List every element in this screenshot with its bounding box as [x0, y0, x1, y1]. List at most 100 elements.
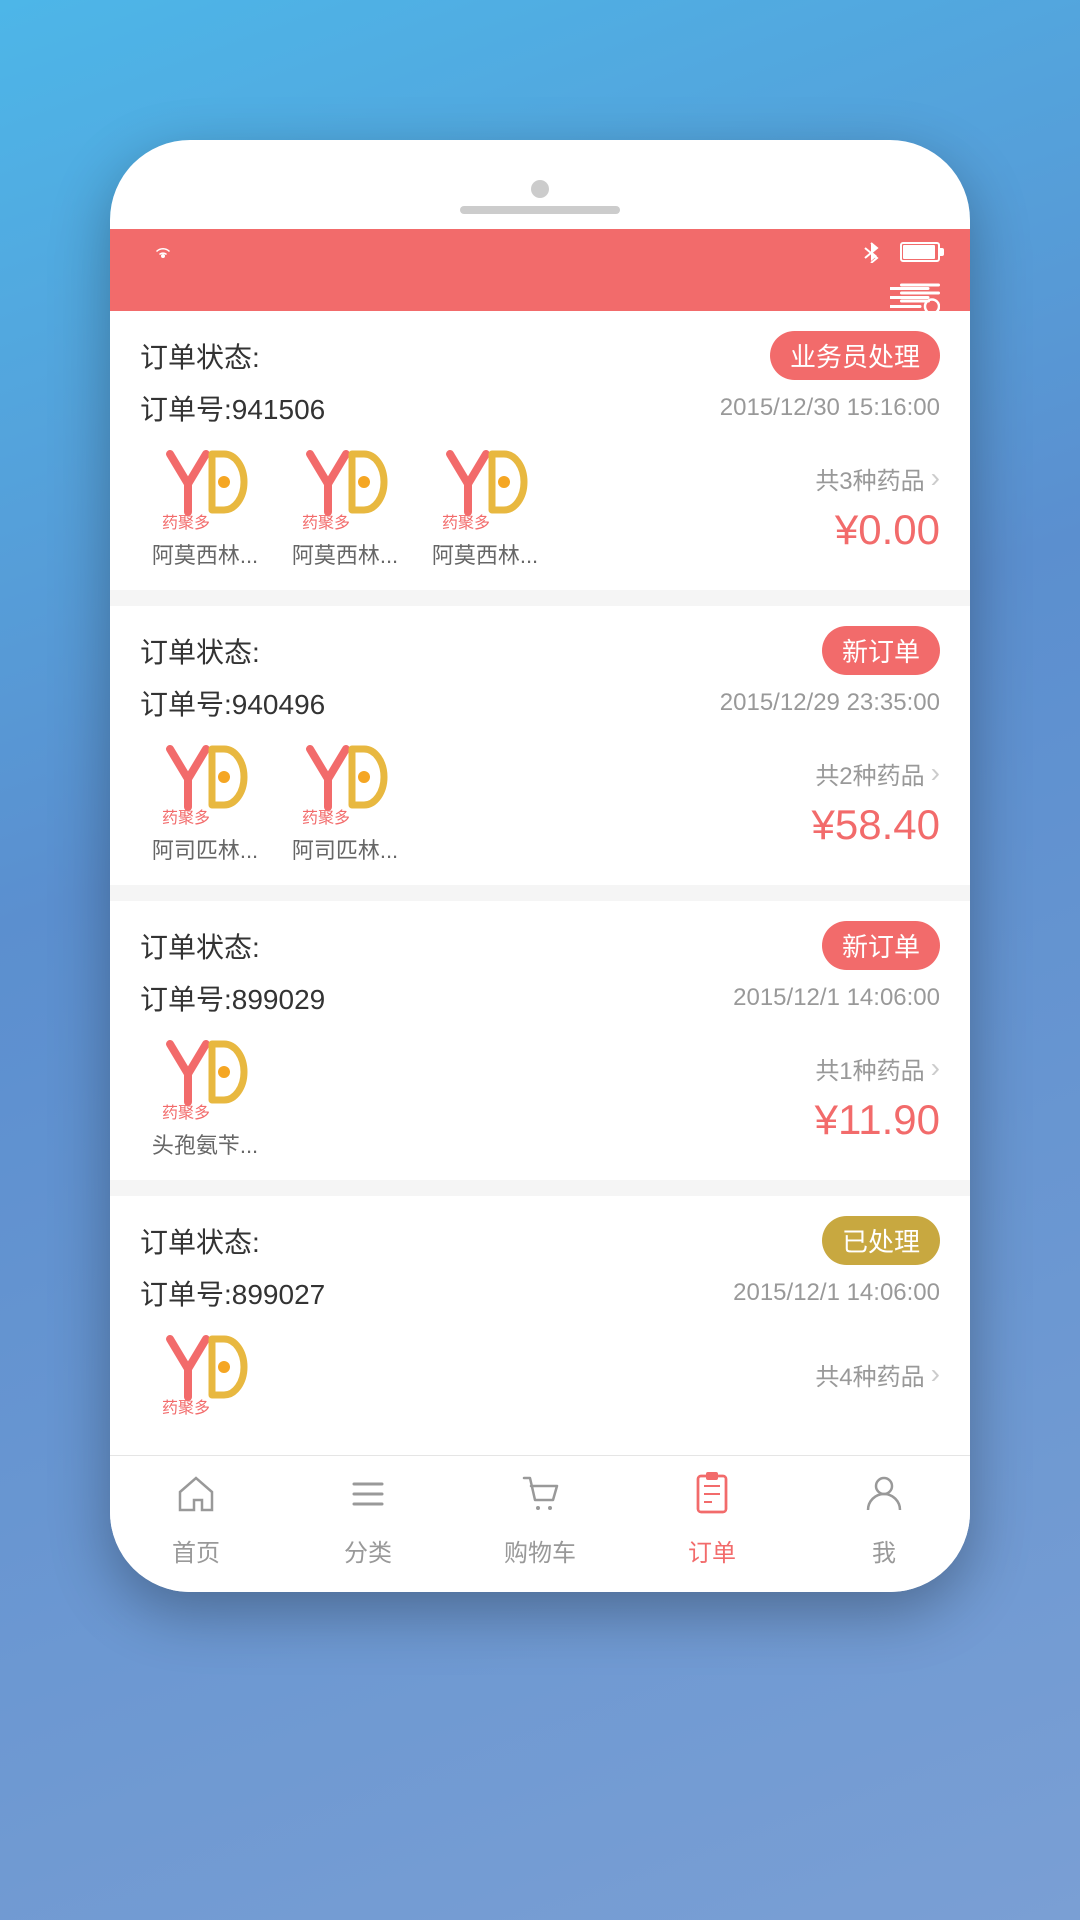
status-badge-2: 新订单 [822, 921, 940, 970]
product-item-2-0: 药聚多 头孢氨苄... [140, 1034, 270, 1160]
svg-text:药聚多: 药聚多 [162, 809, 210, 827]
phone-camera [531, 180, 549, 198]
order-products-1: 药聚多 阿司匹林... 药聚多 阿司匹林... 共2种药品 [140, 739, 940, 865]
order-products-2: 药聚多 头孢氨苄... 共1种药品 › ¥11.90 [140, 1034, 940, 1160]
product-count-2: 共1种药品 › [815, 1051, 940, 1086]
tab-icon-2 [518, 1472, 562, 1527]
order-number-row-0: 订单号:941506 2015/12/30 15:16:00 [140, 388, 940, 428]
svg-text:药聚多: 药聚多 [162, 1104, 210, 1122]
tab-label-0: 首页 [172, 1533, 220, 1568]
order-date-3: 2015/12/1 14:06:00 [733, 1279, 940, 1307]
order-card[interactable]: 订单状态: 已处理 订单号:899027 2015/12/1 14:06:00 … [110, 1196, 970, 1439]
order-right-1: 共2种药品 › ¥58.40 [740, 756, 940, 849]
order-number-row-3: 订单号:899027 2015/12/1 14:06:00 [140, 1273, 940, 1313]
tab-订单[interactable]: 订单 [652, 1472, 772, 1568]
order-date-1: 2015/12/29 23:35:00 [720, 689, 940, 717]
search-filter-icon[interactable] [900, 284, 940, 303]
order-number-2: 订单号:899029 [140, 978, 325, 1018]
product-group-0: 药聚多 阿莫西林... 药聚多 阿莫西林... [140, 444, 740, 570]
nav-bar [110, 275, 970, 311]
order-status-label-0: 订单状态: [140, 336, 260, 376]
product-logo-2-0: 药聚多 [150, 1034, 260, 1124]
tab-分类[interactable]: 分类 [308, 1472, 428, 1568]
tab-icon-4 [862, 1472, 906, 1527]
order-card[interactable]: 订单状态: 业务员处理 订单号:941506 2015/12/30 15:16:… [110, 311, 970, 590]
order-header-2: 订单状态: 新订单 [140, 921, 940, 970]
status-badge-3: 已处理 [822, 1216, 940, 1265]
product-name-0-0: 阿莫西林... [152, 538, 258, 570]
phone-home-bar [460, 206, 620, 214]
product-logo-1-1: 药聚多 [290, 739, 400, 829]
order-products-3: 药聚多 共4种药品 › [140, 1329, 940, 1419]
product-name-0-1: 阿莫西林... [292, 538, 398, 570]
status-left [140, 241, 174, 263]
svg-text:药聚多: 药聚多 [162, 514, 210, 532]
order-number-3: 订单号:899027 [140, 1273, 325, 1313]
product-name-1-1: 阿司匹林... [292, 833, 398, 865]
order-price-1: ¥58.40 [812, 801, 940, 849]
product-count-3: 共4种药品 › [815, 1357, 940, 1392]
tab-icon-3 [690, 1472, 734, 1527]
chevron-icon-2: › [931, 1052, 940, 1084]
svg-text:药聚多: 药聚多 [302, 809, 350, 827]
battery-icon [900, 242, 940, 262]
order-list: 订单状态: 业务员处理 订单号:941506 2015/12/30 15:16:… [110, 311, 970, 1439]
svg-text:药聚多: 药聚多 [302, 514, 350, 532]
tab-label-3: 订单 [688, 1533, 736, 1568]
phone-notch [110, 170, 970, 229]
status-right [862, 241, 940, 263]
tab-label-1: 分类 [344, 1533, 392, 1568]
tab-label-4: 我 [872, 1533, 896, 1568]
phone-frame: 订单状态: 业务员处理 订单号:941506 2015/12/30 15:16:… [110, 140, 970, 1592]
chevron-icon-0: › [931, 462, 940, 494]
chevron-icon-3: › [931, 1358, 940, 1390]
order-right-3: 共4种药品 › [740, 1357, 940, 1392]
order-date-2: 2015/12/1 14:06:00 [733, 984, 940, 1012]
top-section [500, 0, 580, 140]
tab-icon-1 [346, 1472, 390, 1527]
product-item-0-0: 药聚多 阿莫西林... [140, 444, 270, 570]
status-badge-1: 新订单 [822, 626, 940, 675]
order-header-3: 订单状态: 已处理 [140, 1216, 940, 1265]
tab-我[interactable]: 我 [824, 1472, 944, 1568]
product-name-1-0: 阿司匹林... [152, 833, 258, 865]
svg-text:药聚多: 药聚多 [162, 1399, 210, 1417]
status-badge-0: 业务员处理 [770, 331, 940, 380]
order-status-label-2: 订单状态: [140, 926, 260, 966]
tab-首页[interactable]: 首页 [136, 1472, 256, 1568]
order-status-label-1: 订单状态: [140, 631, 260, 671]
product-item-0-1: 药聚多 阿莫西林... [280, 444, 410, 570]
order-number-row-1: 订单号:940496 2015/12/29 23:35:00 [140, 683, 940, 723]
product-logo-1-0: 药聚多 [150, 739, 260, 829]
product-logo-partial: 药聚多 [140, 1329, 270, 1419]
status-bar [110, 229, 970, 275]
product-name-0-2: 阿莫西林... [432, 538, 538, 570]
chevron-icon-1: › [931, 757, 940, 789]
order-right-0: 共3种药品 › ¥0.00 [740, 461, 940, 554]
order-card[interactable]: 订单状态: 新订单 订单号:940496 2015/12/29 23:35:00… [110, 606, 970, 885]
order-products-0: 药聚多 阿莫西林... 药聚多 阿莫西林... [140, 444, 940, 570]
order-number-row-2: 订单号:899029 2015/12/1 14:06:00 [140, 978, 940, 1018]
bluetooth-icon [862, 241, 880, 263]
tab-购物车[interactable]: 购物车 [480, 1472, 600, 1568]
product-count-0: 共3种药品 › [815, 461, 940, 496]
product-group-3: 药聚多 [140, 1329, 740, 1419]
product-item-0-2: 药聚多 阿莫西林... [420, 444, 550, 570]
product-count-1: 共2种药品 › [815, 756, 940, 791]
order-date-0: 2015/12/30 15:16:00 [720, 394, 940, 422]
order-status-label-3: 订单状态: [140, 1221, 260, 1261]
product-group-1: 药聚多 阿司匹林... 药聚多 阿司匹林... [140, 739, 740, 865]
wifi-icon [152, 241, 174, 263]
product-group-2: 药聚多 头孢氨苄... [140, 1034, 740, 1160]
order-card[interactable]: 订单状态: 新订单 订单号:899029 2015/12/1 14:06:00 … [110, 901, 970, 1180]
tab-icon-0 [174, 1472, 218, 1527]
order-right-2: 共1种药品 › ¥11.90 [740, 1051, 940, 1144]
bottom-tab-bar: 首页 分类 购物车 订单 我 [110, 1455, 970, 1592]
order-number-1: 订单号:940496 [140, 683, 325, 723]
order-price-2: ¥11.90 [815, 1096, 940, 1144]
tab-label-2: 购物车 [504, 1533, 576, 1568]
product-name-2-0: 头孢氨苄... [152, 1128, 258, 1160]
order-number-0: 订单号:941506 [140, 388, 325, 428]
order-price-0: ¥0.00 [835, 506, 940, 554]
product-item-1-0: 药聚多 阿司匹林... [140, 739, 270, 865]
